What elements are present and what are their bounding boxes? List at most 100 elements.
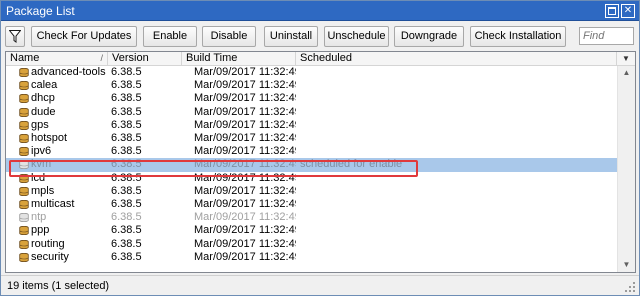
- window-title: Package List: [6, 4, 75, 18]
- package-name-cell: multicast: [31, 198, 75, 210]
- package-scheduled-cell: [296, 119, 617, 132]
- package-build-time-cell: Mar/09/2017 11:32:49: [194, 66, 296, 78]
- check-installation-button[interactable]: Check Installation: [470, 26, 566, 47]
- package-table: Name / Version Build Time Scheduled ▼ ad…: [5, 51, 636, 273]
- package-name-cell: security: [31, 250, 69, 263]
- check-for-updates-button[interactable]: Check For Updates: [31, 26, 137, 47]
- package-version-cell: 6.38.5: [111, 198, 142, 210]
- table-row[interactable]: security 6.38.5 Mar/09/2017 11:32:49: [6, 251, 617, 264]
- package-name-cell: kvm: [31, 158, 52, 171]
- package-build-time-cell: Mar/09/2017 11:32:49: [194, 211, 296, 224]
- package-version-cell: 6.38.5: [111, 211, 142, 224]
- disable-button[interactable]: Disable: [202, 26, 256, 47]
- column-header-label: Name: [10, 52, 40, 64]
- package-name-cell: advanced-tools: [31, 66, 106, 78]
- package-build-time-cell: Mar/09/2017 11:32:49: [194, 224, 296, 237]
- package-build-time-cell: Mar/09/2017 11:32:49: [194, 237, 296, 250]
- downgrade-button[interactable]: Downgrade: [394, 26, 464, 47]
- table-row[interactable]: multicast 6.38.5 Mar/09/2017 11:32:49: [6, 198, 617, 211]
- package-scheduled-cell: [296, 224, 617, 237]
- package-name-cell: mpls: [31, 184, 55, 197]
- package-name-cell: calea: [31, 79, 58, 92]
- package-version-cell: 6.38.5: [111, 66, 142, 78]
- table-row[interactable]: lcd 6.38.5 Mar/09/2017 11:32:49: [6, 172, 617, 185]
- package-version-cell: 6.38.5: [111, 105, 142, 118]
- package-name-cell: lcd: [31, 171, 46, 184]
- package-build-time-cell: Mar/09/2017 11:32:49: [194, 105, 296, 118]
- table-row[interactable]: ppp 6.38.5 Mar/09/2017 11:32:49: [6, 224, 617, 237]
- enable-button[interactable]: Enable: [143, 26, 197, 47]
- table-row[interactable]: ntp 6.38.5 Mar/09/2017 11:32:49: [6, 211, 617, 224]
- table-row[interactable]: gps 6.38.5 Mar/09/2017 11:32:49: [6, 119, 617, 132]
- package-name-cell: gps: [31, 118, 49, 131]
- package-version-cell: 6.38.5: [111, 184, 142, 197]
- table-row[interactable]: calea 6.38.5 Mar/09/2017 11:32:49: [6, 79, 617, 92]
- package-build-time-cell: Mar/09/2017 11:32:49: [194, 250, 296, 263]
- package-version-cell: 6.38.5: [111, 132, 142, 144]
- unschedule-button[interactable]: Unschedule: [324, 26, 389, 47]
- package-scheduled-cell: [296, 238, 617, 251]
- package-scheduled-cell: scheduled for enable: [300, 158, 403, 171]
- package-scheduled-cell: [296, 106, 617, 119]
- package-version-cell: 6.38.5: [111, 171, 142, 184]
- scroll-down-icon[interactable]: ▼: [618, 258, 635, 272]
- find-input[interactable]: [579, 27, 634, 45]
- close-icon[interactable]: ✕: [621, 4, 635, 18]
- package-name-cell: routing: [31, 237, 65, 250]
- table-row[interactable]: hotspot 6.38.5 Mar/09/2017 11:32:49: [6, 132, 617, 145]
- column-menu-chevron-down-icon[interactable]: ▼: [617, 52, 635, 66]
- package-scheduled-cell: [296, 198, 617, 211]
- title-bar[interactable]: Package List ✕: [1, 1, 639, 21]
- status-bar: 19 items (1 selected): [1, 275, 639, 295]
- table-header: Name / Version Build Time Scheduled ▼: [6, 52, 635, 66]
- sort-indicator-icon: /: [100, 53, 103, 63]
- package-name-cell: dude: [31, 105, 56, 118]
- package-build-time-cell: Mar/09/2017 11:32:49: [194, 171, 296, 184]
- table-row[interactable]: dhcp 6.38.5 Mar/09/2017 11:32:49: [6, 92, 617, 105]
- filter-icon: [9, 30, 21, 43]
- package-list-window: Package List ✕ Check For Updates Enable …: [0, 0, 640, 296]
- package-name-cell: ntp: [31, 211, 47, 224]
- maximize-icon[interactable]: [605, 4, 619, 18]
- column-header-build-time[interactable]: Build Time: [182, 52, 296, 66]
- column-header-version[interactable]: Version: [108, 52, 182, 66]
- package-version-cell: 6.38.5: [111, 79, 142, 92]
- package-build-time-cell: Mar/09/2017 11:32:49: [194, 79, 296, 92]
- table-row[interactable]: kvm 6.38.5 Mar/09/2017 11:32:49 scheduled f…: [6, 158, 617, 172]
- vertical-scrollbar[interactable]: ▲ ▼: [617, 66, 635, 272]
- package-name-cell: dhcp: [31, 92, 55, 105]
- table-row[interactable]: mpls 6.38.5 Mar/09/2017 11:32:49: [6, 185, 617, 198]
- package-name-cell: ppp: [31, 224, 50, 237]
- column-header-scheduled[interactable]: Scheduled: [296, 52, 617, 66]
- package-scheduled-cell: [296, 132, 617, 145]
- package-scheduled-cell: [296, 79, 617, 92]
- scroll-up-icon[interactable]: ▲: [618, 66, 635, 80]
- status-text: 19 items (1 selected): [7, 280, 110, 292]
- table-row[interactable]: routing 6.38.5 Mar/09/2017 11:32:49: [6, 238, 617, 251]
- package-version-cell: 6.38.5: [111, 224, 142, 237]
- table-row[interactable]: dude 6.38.5 Mar/09/2017 11:32:49: [6, 106, 617, 119]
- package-scheduled-cell: [296, 66, 617, 79]
- package-scheduled-cell: [296, 145, 617, 158]
- package-build-time-cell: Mar/09/2017 11:32:49: [194, 145, 296, 158]
- package-version-cell: 6.38.5: [111, 158, 142, 171]
- package-version-cell: 6.38.5: [111, 145, 142, 158]
- package-name-cell: hotspot: [31, 132, 68, 144]
- column-header-name[interactable]: Name /: [6, 52, 108, 66]
- package-build-time-cell: Mar/09/2017 11:32:49: [194, 184, 296, 197]
- resize-grip-icon[interactable]: [625, 282, 635, 292]
- package-name-cell: ipv6: [31, 145, 52, 158]
- package-build-time-cell: Mar/09/2017 11:32:49: [194, 118, 296, 131]
- package-scheduled-cell: [296, 92, 617, 105]
- filter-button[interactable]: [5, 26, 25, 47]
- toolbar: Check For Updates Enable Disable Uninsta…: [1, 21, 639, 51]
- package-scheduled-cell: [296, 211, 617, 224]
- package-version-cell: 6.38.5: [111, 118, 142, 131]
- table-row[interactable]: ipv6 6.38.5 Mar/09/2017 11:32:49: [6, 145, 617, 158]
- uninstall-button[interactable]: Uninstall: [264, 26, 318, 47]
- package-build-time-cell: Mar/09/2017 11:32:49: [194, 92, 296, 105]
- table-row[interactable]: advanced-tools 6.38.5 Mar/09/2017 11:32:49: [6, 66, 617, 79]
- package-scheduled-cell: [296, 172, 617, 185]
- table-body: advanced-tools 6.38.5 Mar/09/2017 11:32:49…: [6, 66, 617, 272]
- package-scheduled-cell: [296, 251, 617, 264]
